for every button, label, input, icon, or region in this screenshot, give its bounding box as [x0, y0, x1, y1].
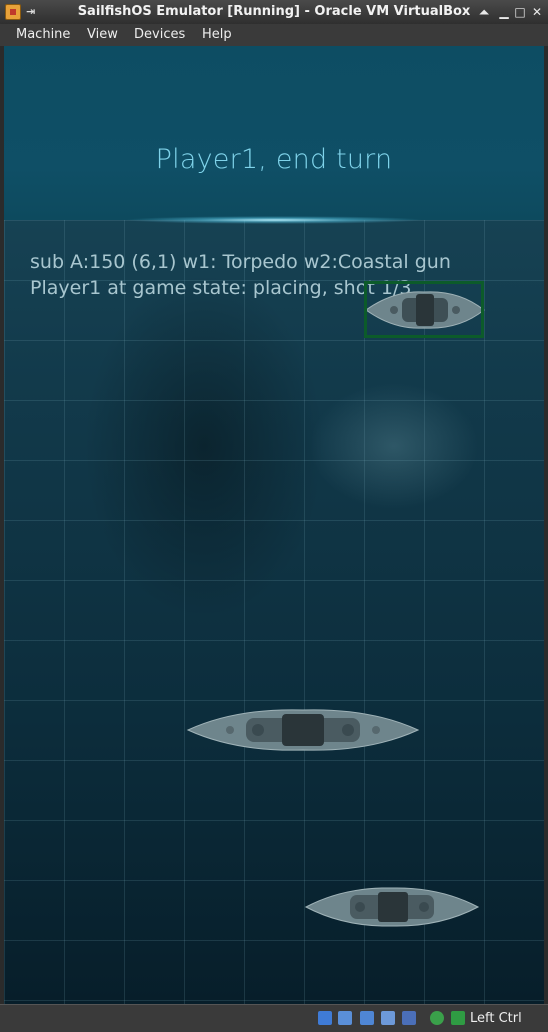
- menu-devices[interactable]: Devices: [134, 27, 185, 42]
- keyboard-capture-icon[interactable]: [451, 1011, 465, 1025]
- shared-folders-icon[interactable]: [360, 1011, 374, 1025]
- maximize-button[interactable]: □: [511, 3, 529, 21]
- battleship-ship[interactable]: [186, 704, 420, 756]
- pull-down-header[interactable]: Player1, end turn: [4, 46, 544, 220]
- shade-window-button[interactable]: ⏶: [475, 3, 493, 21]
- pulley-glow-indicator: [124, 216, 424, 224]
- destroyer-ship[interactable]: [304, 882, 480, 932]
- selection-box: [364, 281, 484, 338]
- vm-status-bar: Left Ctrl: [0, 1004, 548, 1032]
- menu-view[interactable]: View: [87, 27, 118, 42]
- window-title-bar: ⇥ SailfishOS Emulator [Running] - Oracle…: [0, 0, 548, 24]
- unit-info-text: sub A:150 (6,1) w1: Torpedo w2:Coastal g…: [30, 251, 451, 273]
- usb-icon[interactable]: [402, 1011, 416, 1025]
- network-icon[interactable]: [338, 1011, 352, 1025]
- menu-help[interactable]: Help: [202, 27, 232, 42]
- menu-bar: Machine View Devices Help: [0, 24, 548, 46]
- menu-machine[interactable]: Machine: [16, 27, 70, 42]
- game-state-text: Player1 at game state: placing, shot 1/3: [30, 277, 412, 299]
- emulator-screen[interactable]: Player1, end turn sub A:150 (6,1) w1: To…: [4, 46, 544, 1004]
- close-button[interactable]: ✕: [528, 3, 546, 21]
- window-title: SailfishOS Emulator [Running] - Oracle V…: [77, 4, 471, 19]
- display-icon[interactable]: [381, 1011, 395, 1025]
- hard-disk-icon[interactable]: [318, 1011, 332, 1025]
- host-key-label: Left Ctrl: [470, 1011, 522, 1026]
- mouse-integration-icon[interactable]: [430, 1011, 444, 1025]
- end-turn-title[interactable]: Player1, end turn: [4, 144, 544, 175]
